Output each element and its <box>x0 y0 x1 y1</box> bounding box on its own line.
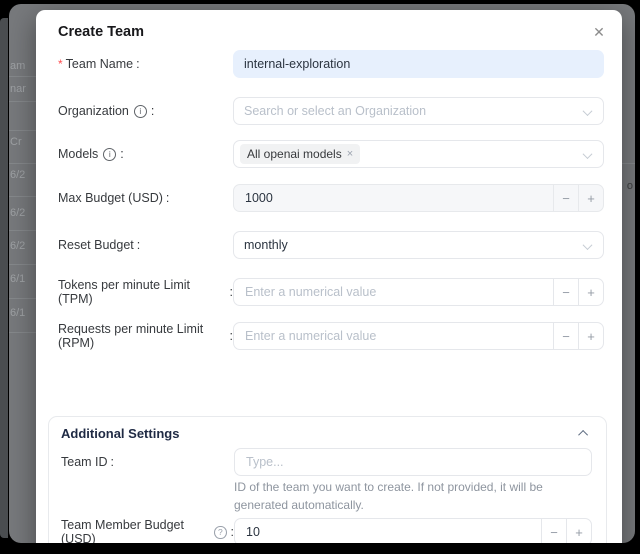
team-member-budget-label-text: Team Member Budget (USD) <box>61 518 210 543</box>
bg-table-text: nar <box>10 83 26 95</box>
bg-table-text: 6/1 <box>10 273 25 285</box>
field-row-models: Models i : All openai models × <box>58 140 604 168</box>
bg-table-text: 6/1 <box>10 307 25 319</box>
chevron-up-icon[interactable] <box>578 430 588 440</box>
team-id-input[interactable] <box>234 448 592 476</box>
info-icon[interactable]: i <box>134 105 147 118</box>
additional-settings-title: Additional Settings <box>61 426 179 441</box>
max-budget-stepper: − + <box>233 184 604 212</box>
table-row-divider <box>9 101 39 102</box>
team-name-label-text: Team Name <box>66 57 133 71</box>
increment-button[interactable]: + <box>578 185 603 211</box>
screenshot-canvas: am nar Cr 6/2 6/2 6/2 6/1 6/1 o Create T… <box>0 0 640 554</box>
decrement-button[interactable]: − <box>553 279 578 305</box>
rpm-limit-input[interactable] <box>234 323 553 349</box>
rpm-limit-stepper: − + <box>233 322 604 350</box>
bg-table-text: 6/2 <box>10 207 25 219</box>
background-window-edge <box>0 18 8 538</box>
table-row-divider <box>621 163 635 164</box>
increment-button[interactable]: + <box>566 519 591 543</box>
field-row-rpm-limit: Requests per minute Limit (RPM) : − + <box>58 322 604 350</box>
label-colon: : <box>166 191 169 205</box>
decrement-button[interactable]: − <box>553 185 578 211</box>
tpm-limit-label: Tokens per minute Limit (TPM) : <box>58 278 233 306</box>
label-colon: : <box>120 147 123 161</box>
organization-label-text: Organization <box>58 104 129 118</box>
table-row-divider <box>9 196 39 197</box>
table-row-divider <box>9 264 39 265</box>
label-colon: : <box>151 104 154 118</box>
field-row-team-member-budget: Team Member Budget (USD) ? : − + <box>61 518 592 543</box>
bg-table-text: Cr <box>10 136 22 148</box>
table-row-divider <box>9 332 39 333</box>
remove-tag-icon[interactable]: × <box>347 148 353 160</box>
max-budget-label: Max Budget (USD) : <box>58 191 233 205</box>
field-row-organization: Organization i : Search or select an Org… <box>58 97 604 125</box>
chevron-down-icon <box>583 240 593 250</box>
table-row-divider <box>9 163 39 164</box>
chevron-down-icon <box>583 149 593 159</box>
close-icon[interactable]: ✕ <box>590 23 608 41</box>
team-name-label: * Team Name : <box>58 57 233 71</box>
models-label-text: Models <box>58 147 98 161</box>
additional-settings-panel: Additional Settings Team ID : ID of the … <box>48 416 607 543</box>
table-row-divider <box>9 230 39 231</box>
help-icon[interactable]: ? <box>214 526 226 539</box>
required-asterisk: * <box>58 57 63 71</box>
field-row-tpm-limit: Tokens per minute Limit (TPM) : − + <box>58 278 604 306</box>
reset-budget-value: monthly <box>244 238 288 252</box>
team-member-budget-input[interactable] <box>235 519 541 543</box>
create-team-modal: Create Team ✕ * Team Name : Organization… <box>36 10 622 543</box>
app-window: am nar Cr 6/2 6/2 6/2 6/1 6/1 o Create T… <box>9 4 635 543</box>
tpm-limit-stepper: − + <box>233 278 604 306</box>
reset-budget-label: Reset Budget : <box>58 238 233 252</box>
rpm-limit-label: Requests per minute Limit (RPM) : <box>58 322 233 350</box>
chevron-down-icon <box>583 106 593 116</box>
rpm-limit-label-text: Requests per minute Limit (RPM) <box>58 322 227 350</box>
selected-model-tag: All openai models × <box>240 144 360 164</box>
bg-table-text: o <box>627 180 633 192</box>
label-colon: : <box>111 455 114 469</box>
team-name-input[interactable] <box>233 50 604 78</box>
max-budget-label-text: Max Budget (USD) <box>58 191 163 205</box>
field-row-reset-budget: Reset Budget : monthly <box>58 231 604 259</box>
label-colon: : <box>137 238 140 252</box>
additional-settings-header[interactable]: Additional Settings <box>61 426 592 441</box>
bg-table-text: am <box>10 60 25 72</box>
models-label: Models i : <box>58 147 233 161</box>
bg-table-text: 6/2 <box>10 240 25 252</box>
tpm-limit-input[interactable] <box>234 279 553 305</box>
field-row-team-id: Team ID : ID of the team you want to cre… <box>61 448 592 514</box>
selected-model-tag-text: All openai models <box>247 147 342 161</box>
bg-table-text: 6/2 <box>10 169 25 181</box>
team-id-label: Team ID : <box>61 448 234 469</box>
reset-budget-label-text: Reset Budget <box>58 238 134 252</box>
modal-title: Create Team <box>58 23 144 41</box>
decrement-button[interactable]: − <box>553 323 578 349</box>
label-colon: : <box>136 57 139 71</box>
max-budget-input[interactable] <box>234 185 553 211</box>
field-row-team-name: * Team Name : <box>58 50 604 78</box>
team-id-label-text: Team ID <box>61 455 108 469</box>
info-icon[interactable]: i <box>103 148 116 161</box>
table-row-divider <box>9 76 39 77</box>
organization-placeholder: Search or select an Organization <box>244 104 426 118</box>
tpm-limit-label-text: Tokens per minute Limit (TPM) <box>58 278 227 306</box>
table-row-divider <box>9 298 39 299</box>
increment-button[interactable]: + <box>578 279 603 305</box>
team-member-budget-stepper: − + <box>234 518 592 543</box>
team-id-help-text: ID of the team you want to create. If no… <box>234 478 592 514</box>
increment-button[interactable]: + <box>578 323 603 349</box>
reset-budget-select[interactable]: monthly <box>233 231 604 259</box>
organization-select[interactable]: Search or select an Organization <box>233 97 604 125</box>
field-row-max-budget: Max Budget (USD) : − + <box>58 184 604 212</box>
decrement-button[interactable]: − <box>541 519 566 543</box>
models-select[interactable]: All openai models × <box>233 140 604 168</box>
team-member-budget-label: Team Member Budget (USD) ? : <box>61 518 234 543</box>
organization-label: Organization i : <box>58 104 233 118</box>
table-row-divider <box>9 130 39 131</box>
